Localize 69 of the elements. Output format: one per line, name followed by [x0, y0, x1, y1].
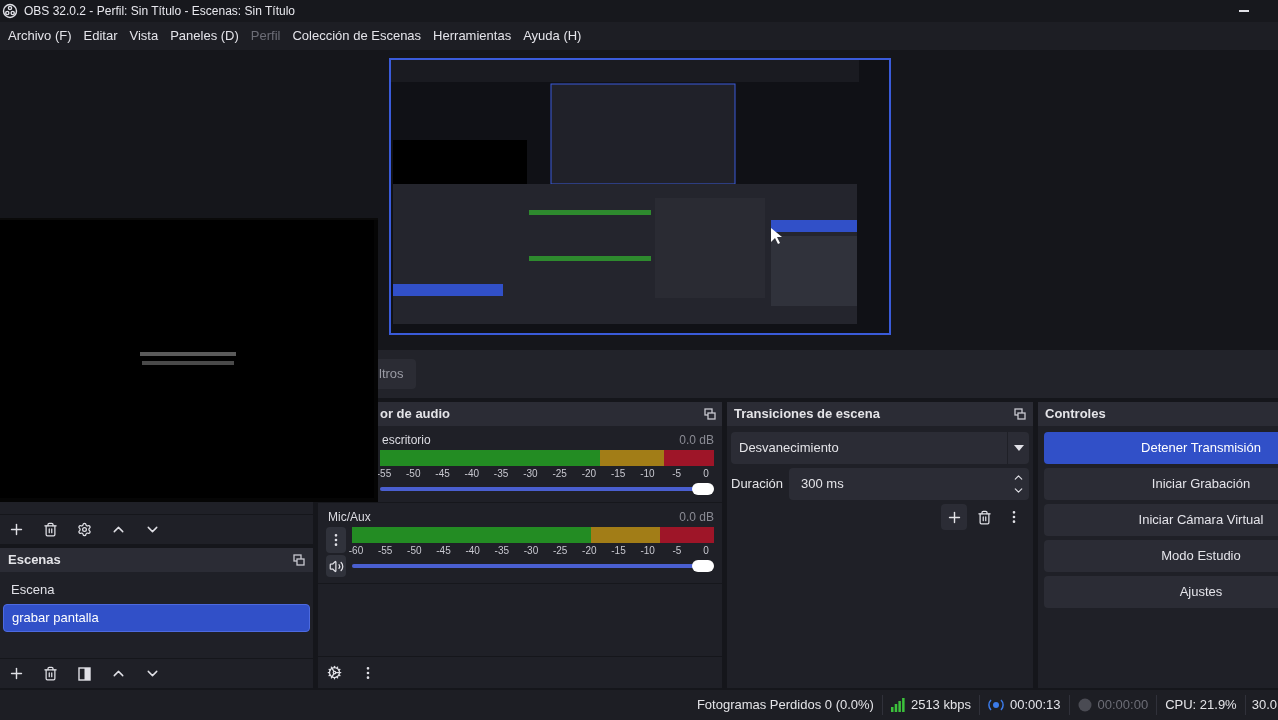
scale-label: -45 [435, 467, 450, 481]
channel-name: escritorio [381, 432, 431, 449]
volume-reading: 0.0 dB [679, 509, 714, 526]
scale-label: -5 [672, 544, 682, 558]
scale-label: -10 [640, 467, 655, 481]
scale-label: -30 [523, 467, 538, 481]
control-button[interactable]: Iniciar Grabación [1044, 468, 1278, 500]
scale-label: -20 [582, 544, 597, 558]
channel-name: Mic/Aux [327, 509, 371, 526]
scale-label: -50 [406, 467, 421, 481]
volume-slider[interactable] [380, 482, 714, 496]
menu-item[interactable]: Paneles (D) [164, 26, 245, 46]
control-button[interactable]: Ajustes [1044, 576, 1278, 608]
signal-icon [890, 698, 905, 712]
dock-title: Transiciones de escena [734, 405, 880, 424]
control-button[interactable]: Detener Transmisión [1044, 432, 1278, 464]
menu-item[interactable]: Vista [123, 26, 165, 46]
scale-label: -35 [493, 467, 509, 481]
speaker-icon[interactable] [326, 555, 346, 577]
cpu-usage: CPU: 21.9% [1156, 695, 1245, 715]
undock-icon[interactable] [1014, 408, 1026, 420]
undock-icon[interactable] [704, 408, 716, 420]
scale-label: -60 [348, 544, 364, 558]
scale-label: 0 [703, 544, 709, 558]
scene-item[interactable]: Escena [3, 576, 310, 604]
menu-item[interactable]: Ayuda (H) [517, 26, 588, 46]
volume-slider[interactable] [352, 559, 714, 573]
scale-label: -55 [377, 544, 393, 558]
scale-label: -5 [672, 467, 682, 481]
bitrate: 2513 kbps [910, 696, 971, 715]
dropdown-icon [1013, 445, 1024, 451]
menu-item[interactable]: Herramientas [427, 26, 518, 46]
duration-field[interactable]: 300 ms [789, 468, 1029, 500]
scale-label: -35 [494, 544, 510, 558]
app-logo-icon [2, 3, 18, 19]
scene-item[interactable]: grabar pantalla [3, 604, 310, 632]
scale-label: -40 [464, 467, 480, 481]
dock-title: Controles [1045, 405, 1106, 424]
volume-reading: 0.0 dB [679, 432, 714, 449]
fps: 30.0 [1244, 695, 1278, 715]
control-button[interactable]: Modo Estudio [1044, 540, 1278, 572]
window-title: OBS 32.0.2 - Perfil: Sin Título - Escenas: Sin Título [24, 3, 295, 20]
stream-time: 00:00:13 [1009, 696, 1061, 715]
dropped-frames: Fotogramas Perdidos 0 (0.0%) [688, 695, 882, 715]
menu-item[interactable]: Colección de Escenas [286, 26, 428, 46]
filters-button[interactable]: ltros [378, 359, 416, 389]
scale-label: -25 [552, 467, 567, 481]
dock-title: or de audio [380, 405, 451, 424]
scale-label: -30 [523, 544, 539, 558]
add-icon[interactable] [941, 504, 967, 530]
field-label: Duración [731, 475, 785, 494]
scale-label: -45 [436, 544, 451, 558]
transition-select[interactable]: Desvanecimiento [731, 432, 1029, 464]
control-button[interactable]: Iniciar Cámara Virtual [1044, 504, 1278, 536]
scale-label: 0 [703, 467, 709, 481]
scale-label: -40 [465, 544, 480, 558]
dock-title: Escenas [8, 551, 61, 570]
menu-item[interactable]: Editar [77, 26, 124, 46]
scale-label: -55 [376, 467, 392, 481]
scale-label: -15 [611, 544, 626, 558]
scale-label: -15 [610, 467, 626, 481]
more-icon[interactable] [326, 527, 346, 553]
scale-label: -50 [407, 544, 422, 558]
menu-item[interactable]: Archivo (F) [2, 26, 78, 46]
scale-label: -25 [552, 544, 568, 558]
record-time: 00:00:00 [1097, 696, 1149, 715]
scale-label: -10 [640, 544, 655, 558]
undock-icon[interactable] [293, 554, 305, 566]
scale-label: -20 [581, 467, 597, 481]
